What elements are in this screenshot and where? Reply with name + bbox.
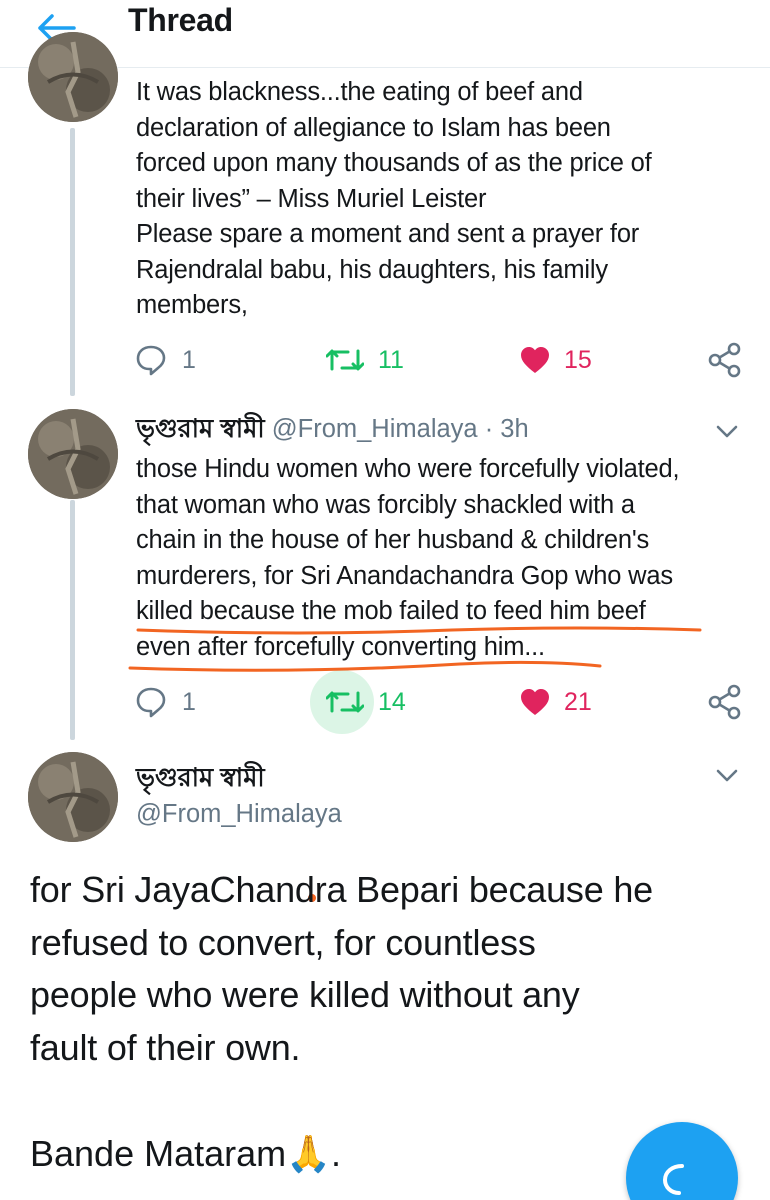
avatar[interactable]: [28, 409, 118, 499]
app-header: Thread: [0, 0, 770, 68]
page-title: Thread: [128, 2, 233, 38]
like-count: 21: [564, 687, 592, 716]
reply-icon: [136, 687, 166, 718]
share-button[interactable]: [708, 682, 742, 722]
reply-button[interactable]: 1: [134, 682, 196, 722]
heart-icon: [521, 689, 549, 715]
avatar-image: [28, 409, 118, 499]
main-tweet-text: for Sri JayaChandra Bepari because he re…: [30, 869, 653, 1068]
share-button[interactable]: [708, 340, 742, 380]
chevron-down-icon[interactable]: [715, 424, 739, 440]
tweet-time[interactable]: 3h: [500, 415, 528, 443]
signoff-text: Bande Mataram: [30, 1133, 287, 1174]
tweet-text: It was blackness...the eating of beef an…: [136, 78, 652, 319]
tweet-text: those Hindu women who were forcefully vi…: [136, 455, 680, 661]
share-icon: [708, 684, 741, 720]
compose-reply-button[interactable]: [626, 1122, 738, 1200]
signoff-end: .: [330, 1133, 341, 1174]
share-icon: [708, 342, 741, 378]
retweet-count: 11: [378, 345, 404, 374]
compose-reply-icon: [662, 1164, 684, 1195]
retweet-icon: [326, 691, 364, 713]
author-name[interactable]: ভৃগুরাম স্বামী: [136, 415, 265, 443]
retweet-button[interactable]: 11: [326, 340, 404, 380]
avatar[interactable]: [28, 752, 118, 842]
avatar[interactable]: [28, 32, 118, 122]
reply-button[interactable]: 1: [134, 340, 196, 380]
author-handle[interactable]: @From_Himalaya: [272, 415, 478, 443]
heart-icon: [521, 347, 549, 373]
avatar-image: [28, 32, 118, 122]
separator-dot: ·: [484, 415, 494, 443]
reply-count: 1: [182, 687, 196, 716]
like-button[interactable]: 21: [520, 682, 592, 722]
chevron-down-icon[interactable]: [715, 768, 739, 784]
main-tweet-signoff: Bande Mataram🙏.: [30, 1128, 341, 1180]
tweet-header: ভৃগুরাম স্বামী @From_Himalaya · 3h: [136, 413, 529, 445]
thread-line: [70, 128, 75, 396]
avatar-image: [28, 752, 118, 842]
author-handle[interactable]: @From_Himalaya: [136, 798, 342, 830]
reply-count: 1: [182, 345, 196, 374]
retweet-button[interactable]: 14: [326, 682, 406, 722]
retweet-count: 14: [378, 687, 406, 716]
author-name[interactable]: ভৃগুরাম স্বামী: [136, 762, 265, 794]
like-button[interactable]: 15: [520, 340, 592, 380]
folded-hands-icon: 🙏: [286, 1133, 331, 1174]
like-count: 15: [564, 345, 592, 374]
reply-icon: [136, 345, 166, 376]
thread-line: [70, 500, 75, 740]
retweet-icon: [326, 349, 364, 371]
